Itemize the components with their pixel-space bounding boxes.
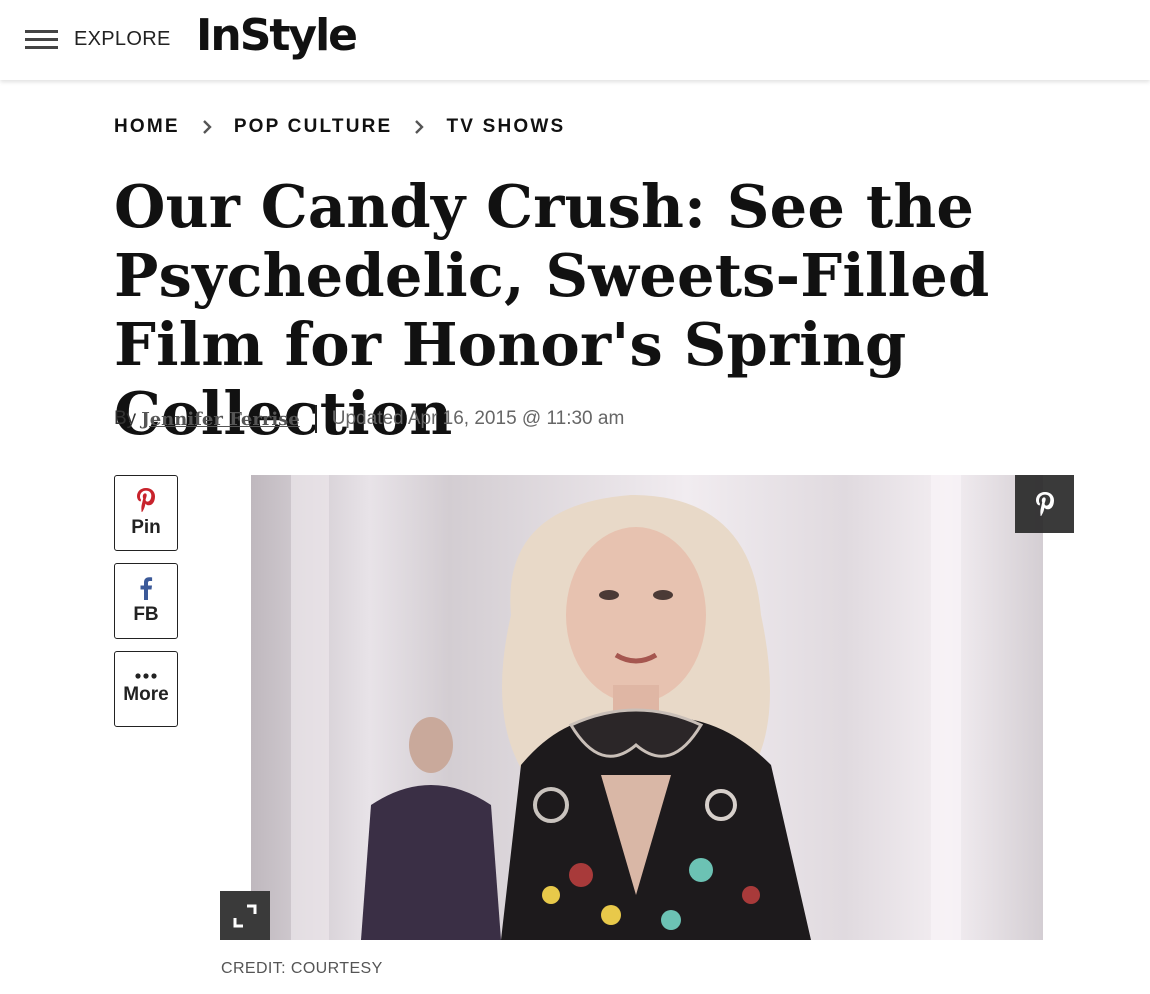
byline-prefix: By — [114, 408, 137, 429]
chevron-right-icon — [202, 120, 212, 134]
breadcrumb-home[interactable]: HOME — [114, 116, 180, 138]
facebook-icon — [140, 577, 153, 600]
expand-icon — [233, 904, 257, 927]
more-share-button[interactable]: More — [114, 651, 178, 727]
breadcrumb: HOME POP CULTURE TV SHOWS — [114, 116, 565, 138]
byline-divider — [314, 405, 317, 433]
expand-image-button[interactable] — [220, 891, 270, 940]
image-pin-button[interactable] — [1015, 475, 1074, 533]
breadcrumb-tv-shows[interactable]: TV SHOWS — [446, 116, 565, 138]
updated-date: Updated Apr 16, 2015 @ 11:30 am — [331, 408, 625, 429]
hamburger-menu-icon[interactable] — [25, 28, 59, 52]
breadcrumb-pop-culture[interactable]: POP CULTURE — [234, 116, 393, 138]
pinterest-icon — [1035, 492, 1054, 516]
facebook-share-button[interactable]: FB — [114, 563, 178, 639]
pinterest-icon — [137, 488, 155, 512]
pin-label: Pin — [131, 517, 161, 538]
pin-share-button[interactable]: Pin — [114, 475, 178, 551]
byline: By Jennifer Ferrise Updated Apr 16, 2015… — [114, 405, 624, 433]
fb-label: FB — [133, 604, 159, 625]
more-dots-icon — [135, 673, 157, 679]
model-photo — [251, 475, 1043, 940]
instyle-logo[interactable]: InStyle — [196, 10, 358, 61]
more-label: More — [123, 684, 169, 705]
site-header: EXPLORE InStyle — [0, 0, 1150, 80]
article-hero-image — [251, 475, 1043, 940]
chevron-right-icon — [415, 120, 425, 134]
explore-button[interactable]: EXPLORE — [74, 28, 171, 51]
image-credit: CREDIT: COURTESY — [221, 960, 383, 977]
author-link[interactable]: Jennifer Ferrise — [141, 409, 300, 430]
